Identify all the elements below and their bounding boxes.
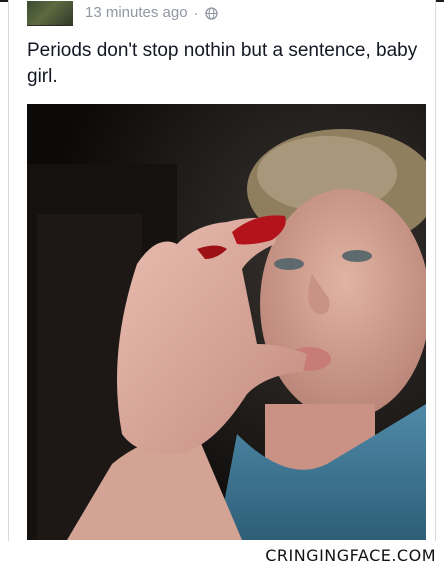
meta-separator: · — [193, 4, 199, 22]
screenshot-page: 13 minutes ago · Periods don't stop noth… — [0, 0, 444, 571]
globe-icon[interactable] — [204, 6, 218, 20]
post-text: Periods don't stop nothin but a sentence… — [27, 40, 418, 87]
post-photo[interactable] — [27, 104, 426, 540]
watermark-text: CRINGINGFACE.COM — [265, 546, 436, 565]
watermark-bar: CRINGINGFACE.COM — [0, 541, 444, 571]
post-meta: 13 minutes ago · — [27, 0, 218, 26]
post-timestamp[interactable]: 13 minutes ago — [85, 1, 188, 25]
avatar[interactable] — [27, 0, 73, 26]
post-card: 13 minutes ago · Periods don't stop noth… — [8, 0, 436, 541]
